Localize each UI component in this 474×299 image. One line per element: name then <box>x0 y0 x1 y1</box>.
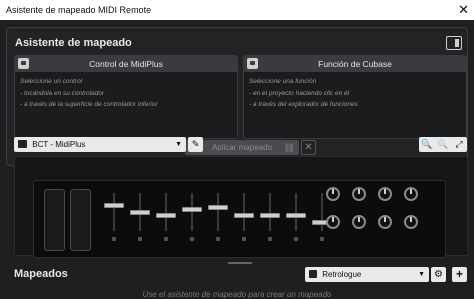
fader-button-1[interactable] <box>112 237 116 241</box>
zoom-controls: 🔍 🔍 ⤢ <box>419 137 467 152</box>
assistant-title: Asistente de mapeado <box>15 37 132 49</box>
function-line: - en el proyecto haciendo clic en él <box>249 89 350 97</box>
mappings-hint: Use el asistente de mapeado para crear u… <box>142 290 332 299</box>
fader-track <box>165 193 167 231</box>
midi-device-icon <box>18 58 29 69</box>
controller-column-header: Control de MidiPlus <box>15 56 237 72</box>
controller-surface <box>33 180 446 258</box>
fader-track <box>113 193 115 231</box>
fader-button-5[interactable] <box>216 237 220 241</box>
fader-track <box>243 193 245 231</box>
knob-7[interactable] <box>378 215 392 229</box>
cancel-mapping-button[interactable]: ✕ <box>301 140 316 155</box>
fader-5[interactable] <box>208 204 228 210</box>
knob-2[interactable] <box>352 187 366 201</box>
preset-icon <box>309 270 317 278</box>
mod-wheel[interactable] <box>70 189 91 251</box>
fader-button-8[interactable] <box>294 237 298 241</box>
fader-track <box>269 193 271 231</box>
expand-icon[interactable]: ⤢ <box>451 137 467 152</box>
fader-track <box>321 193 323 231</box>
fader-4[interactable] <box>182 206 202 212</box>
controller-header-label: Control de MidiPlus <box>89 59 163 69</box>
device-select[interactable]: BCT - MidiPlus ▼ <box>14 137 186 152</box>
controller-column: Control de MidiPlus Seleccione un contro… <box>14 55 238 139</box>
mappings-title: Mapeados <box>14 268 68 280</box>
knob-8[interactable] <box>404 215 418 229</box>
fader-2[interactable] <box>130 210 150 215</box>
title-bar: Asistente de mapeado MIDI Remote ✕ <box>0 0 474 20</box>
function-line: Seleccione una función <box>249 78 317 85</box>
unlink-icon: ⛓ <box>283 143 295 153</box>
zoom-out-icon[interactable]: 🔍 <box>435 137 451 152</box>
controller-line: - tocándola en su controlador <box>20 89 105 97</box>
gear-icon[interactable]: ⚙ <box>431 267 446 282</box>
fader-1[interactable] <box>104 203 124 209</box>
fader-track <box>191 193 193 231</box>
panel-layout-icon[interactable] <box>446 36 462 50</box>
pencil-icon[interactable]: ✎ <box>188 137 203 152</box>
knob-4[interactable] <box>404 187 418 201</box>
fader-6[interactable] <box>234 213 254 219</box>
device-icon <box>18 140 27 148</box>
preset-name: Retrologue <box>322 270 362 279</box>
knob-1[interactable] <box>326 187 340 201</box>
fader-3[interactable] <box>156 213 176 219</box>
zoom-in-icon[interactable]: 🔍 <box>419 137 435 152</box>
function-header-label: Función de Cubase <box>318 59 392 69</box>
controller-instructions: Seleccione un control - tocándola en su … <box>15 72 237 115</box>
close-icon[interactable]: ✕ <box>458 0 469 20</box>
function-column-header: Función de Cubase <box>244 56 466 72</box>
knob-5[interactable] <box>326 215 340 229</box>
fader-button-4[interactable] <box>190 237 194 241</box>
fader-track <box>295 193 297 231</box>
window-title: Asistente de mapeado MIDI Remote <box>6 5 152 15</box>
knob-3[interactable] <box>378 187 392 201</box>
function-icon <box>247 58 258 69</box>
chevron-down-icon: ▼ <box>175 141 182 148</box>
knob-6[interactable] <box>352 215 366 229</box>
function-line: - a través del explorador de funciones <box>249 101 358 108</box>
resize-handle[interactable] <box>228 262 252 264</box>
controller-line: Seleccione un control <box>20 78 83 85</box>
fader-button-7[interactable] <box>268 237 272 241</box>
device-name: BCT - MidiPlus <box>32 140 86 149</box>
plus-icon[interactable]: + <box>452 267 467 282</box>
fader-button-2[interactable] <box>138 237 142 241</box>
pitch-wheel[interactable] <box>44 189 65 251</box>
cubase-function-column: Función de Cubase Seleccione una función… <box>243 55 467 139</box>
fader-7[interactable] <box>260 213 280 219</box>
fader-button-6[interactable] <box>242 237 246 241</box>
fader-8[interactable] <box>286 213 306 219</box>
fader-button-3[interactable] <box>164 237 168 241</box>
apply-mapping-label: Aplicar mapeado <box>211 143 273 152</box>
function-instructions: Seleccione una función - en el proyecto … <box>244 72 466 115</box>
preset-select[interactable]: Retrologue ▼ <box>305 267 429 282</box>
chevron-down-icon: ▼ <box>418 271 425 278</box>
controller-line: - a través de la superficie de controlad… <box>20 101 158 108</box>
fader-track <box>217 193 219 231</box>
fader-button-9[interactable] <box>320 237 324 241</box>
